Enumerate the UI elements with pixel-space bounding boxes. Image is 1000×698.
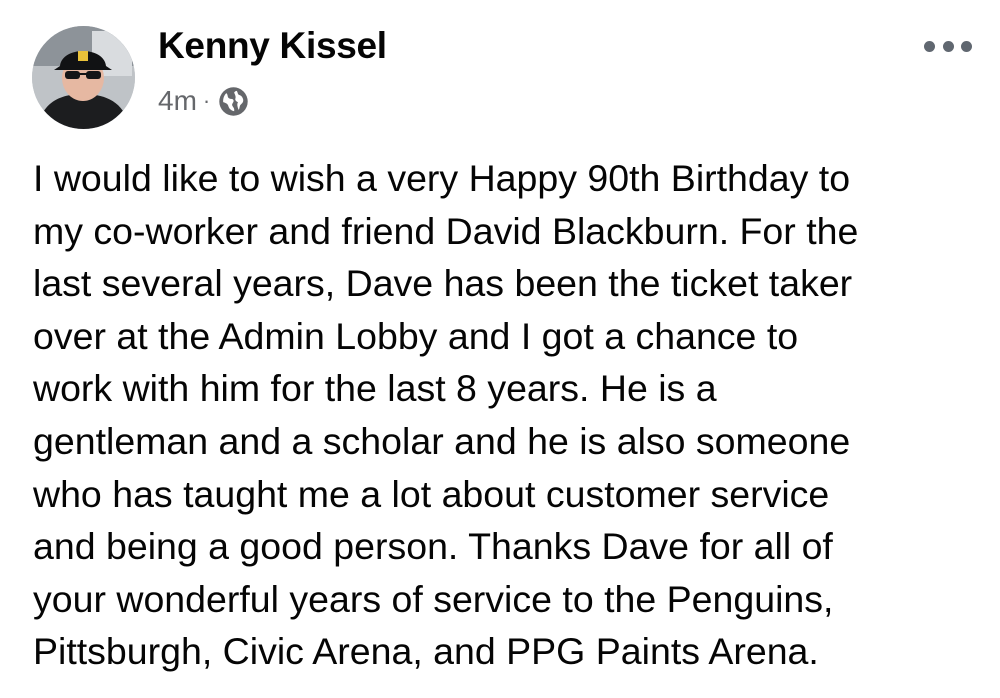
author-name[interactable]: Kenny Kissel bbox=[158, 25, 387, 67]
avatar-image bbox=[32, 26, 135, 129]
more-dot bbox=[961, 40, 972, 52]
post-body-line: Pittsburgh, Civic Arena, and PPG Paints … bbox=[33, 630, 819, 673]
post-body-line: and being a good person. Thanks Dave for… bbox=[33, 525, 833, 568]
avatar[interactable] bbox=[32, 26, 135, 129]
more-dot bbox=[924, 40, 935, 52]
post-body-line: work with him for the last 8 years. He i… bbox=[33, 367, 717, 410]
post-body-line: who has taught me a lot about customer s… bbox=[33, 472, 830, 515]
more-options-icon[interactable] bbox=[924, 36, 972, 56]
more-dot bbox=[942, 40, 954, 52]
post-body-line: over at the Admin Lobby and I got a chan… bbox=[33, 314, 799, 357]
post-body-line: last several years, Dave has been the ti… bbox=[33, 262, 853, 305]
meta-separator: · bbox=[202, 88, 211, 113]
post-meta: 4m · bbox=[158, 83, 249, 119]
post-body: I would like to wish a very Happy 90th B… bbox=[33, 152, 988, 678]
post-card: Kenny Kissel 4m · I would like to wish a… bbox=[0, 0, 1000, 698]
post-body-line: your wonderful years of service to the P… bbox=[33, 577, 834, 620]
post-body-line: my co-worker and friend David Blackburn.… bbox=[33, 209, 859, 252]
post-body-line: I would like to wish a very Happy 90th B… bbox=[33, 157, 851, 199]
globe-icon[interactable] bbox=[218, 86, 249, 117]
post-timestamp[interactable]: 4m bbox=[158, 85, 197, 117]
post-body-line: gentleman and a scholar and he is also s… bbox=[33, 419, 851, 462]
